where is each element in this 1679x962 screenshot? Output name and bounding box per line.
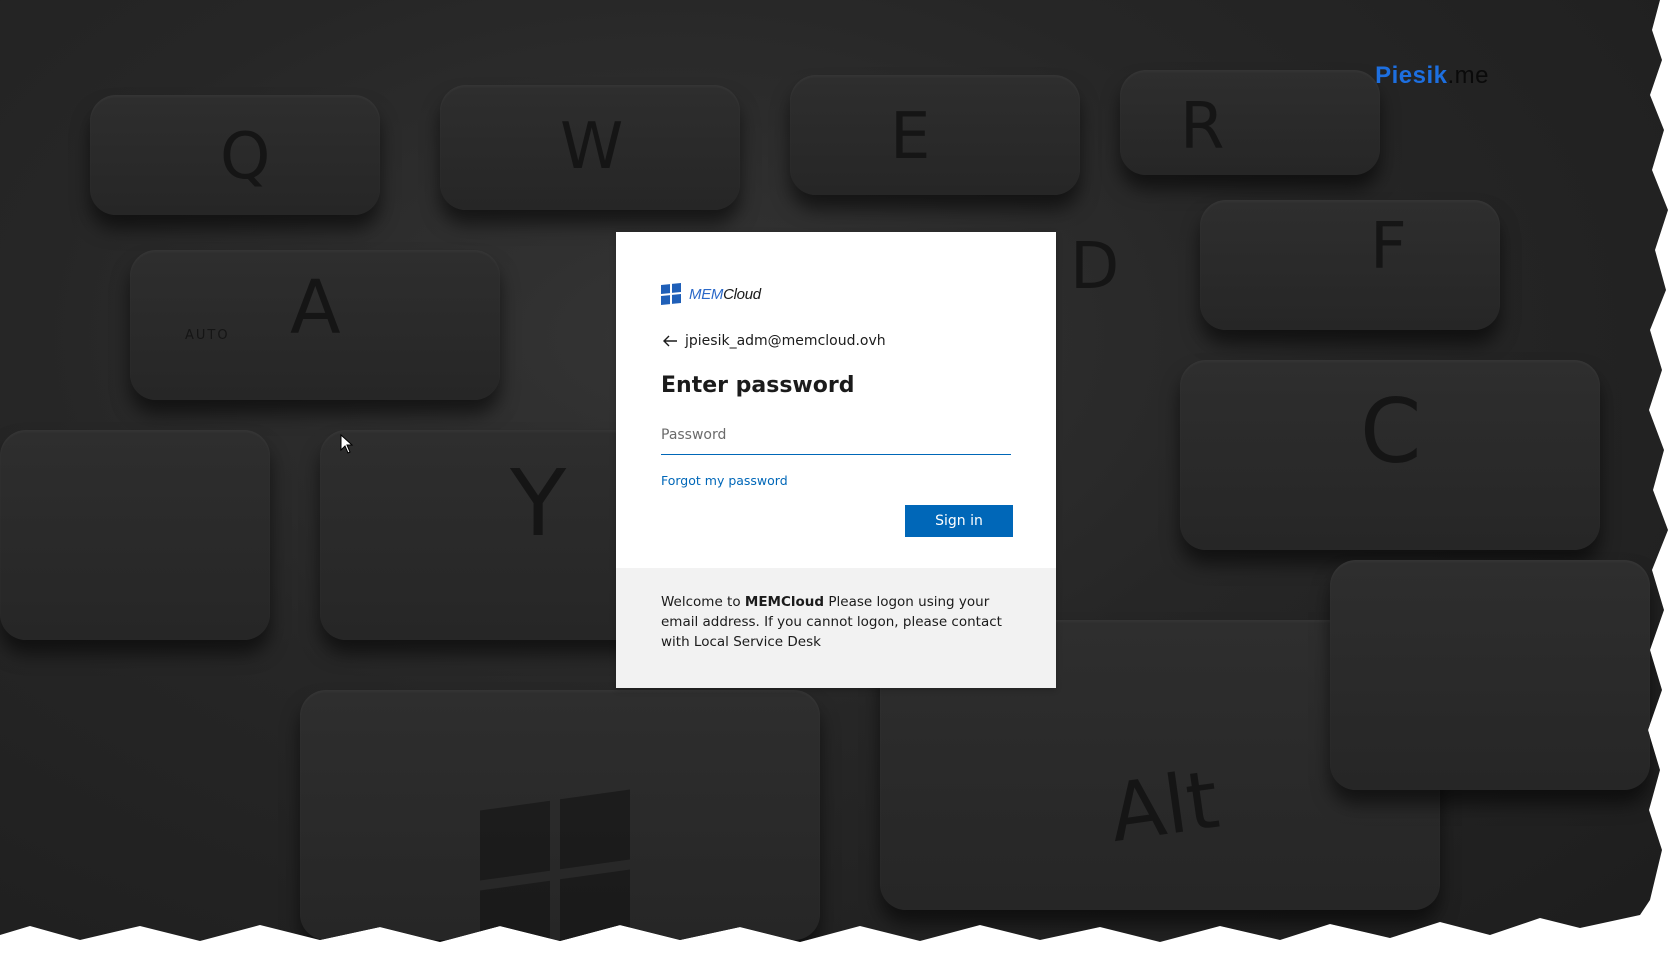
page-title: Enter password <box>661 373 855 398</box>
company-logo: MEMCloud <box>661 282 1011 306</box>
key-right <box>1330 560 1650 790</box>
key-glyph-f: F <box>1370 210 1407 284</box>
windows-key-icon <box>480 789 630 942</box>
logo-name: Cloud <box>723 285 761 303</box>
watermark-logo: Piesik.me <box>1375 62 1489 90</box>
back-arrow-icon[interactable] <box>661 333 681 349</box>
key-glyph-q: Q <box>220 120 271 194</box>
key-glyph-a: A <box>290 265 341 351</box>
key-glyph-auto: AUTO <box>185 328 230 343</box>
key-f <box>1200 200 1500 330</box>
key-r <box>1120 70 1380 175</box>
signin-main: MEMCloud jpiesik_adm@memcloud.ovh Enter … <box>616 232 1056 568</box>
signin-button[interactable]: Sign in <box>905 505 1013 537</box>
signin-card: MEMCloud jpiesik_adm@memcloud.ovh Enter … <box>616 232 1056 688</box>
welcome-footer: Welcome to MEMCloud Please logon using y… <box>616 568 1056 688</box>
password-input[interactable] <box>661 416 1011 455</box>
windows-logo-icon <box>661 282 681 306</box>
welcome-prefix: Welcome to <box>661 594 745 610</box>
logo-text: MEMCloud <box>689 286 761 303</box>
mouse-cursor-icon <box>340 434 354 454</box>
key-glyph-alt: Alt <box>1104 752 1225 861</box>
logo-prefix: MEM <box>689 285 724 303</box>
welcome-brand: MEMCloud <box>744 594 825 610</box>
key-glyph-r: R <box>1180 90 1225 164</box>
watermark-suffix: .me <box>1447 62 1489 89</box>
watermark-brand: Piesik <box>1375 62 1448 89</box>
key-glyph-y: Y <box>510 450 567 557</box>
key-e <box>790 75 1080 195</box>
key-glyph-w: W <box>560 110 624 184</box>
key-glyph-c: C <box>1360 380 1422 483</box>
forgot-password-link[interactable]: Forgot my password <box>661 473 788 488</box>
account-email: jpiesik_adm@memcloud.ovh <box>685 333 886 349</box>
key-glyph-e: E <box>890 100 931 174</box>
key-less <box>0 430 270 640</box>
screenshot: Q W E R A D F Y C Alt AUTO Piesik.me MEM… <box>0 0 1679 962</box>
account-identity[interactable]: jpiesik_adm@memcloud.ovh <box>661 330 1011 352</box>
key-glyph-d: D <box>1070 230 1120 304</box>
